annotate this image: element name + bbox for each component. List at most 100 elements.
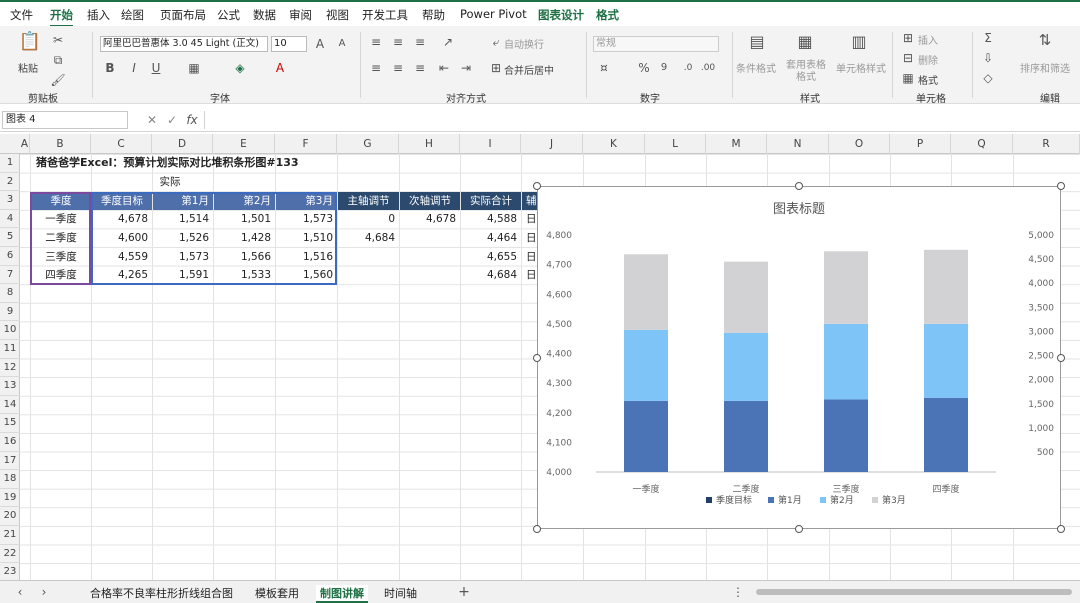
row-header-16[interactable]: 16 [0, 433, 20, 452]
row-header-20[interactable]: 20 [0, 507, 20, 526]
sort-filter-label[interactable]: 排序和筛选 [1020, 60, 1070, 75]
format-cells-icon[interactable]: ▦ [900, 70, 916, 86]
row-header-6[interactable]: 6 [0, 247, 20, 266]
menu-item-11[interactable]: Power Pivot [460, 7, 527, 21]
cell-actual-total[interactable]: 4,464 [461, 229, 521, 247]
table-format-label[interactable]: 套用表格格式 [782, 60, 830, 84]
add-sheet-icon[interactable]: + [456, 584, 472, 600]
insert-cells-icon[interactable]: ⊞ [900, 30, 916, 46]
decrease-decimal-icon[interactable]: .00 [700, 60, 716, 76]
cell-sub-adjust[interactable] [400, 248, 460, 266]
cell-sub-adjust[interactable] [400, 229, 460, 247]
row-header-12[interactable]: 12 [0, 359, 20, 378]
row-header-9[interactable]: 9 [0, 303, 20, 322]
chart[interactable]: 图表标题 4,000 4,100 4,200 4,300 4,400 4,500 4,600 4… [537, 186, 1061, 529]
cell-actual-total[interactable]: 4,655 [461, 248, 521, 266]
column-header-N[interactable]: N [767, 134, 829, 154]
sort-filter-icon[interactable]: ⇅ [1034, 32, 1056, 54]
menu-item-4[interactable]: 页面布局 [160, 7, 206, 23]
row-header-13[interactable]: 13 [0, 377, 20, 396]
menu-item-7[interactable]: 审阅 [289, 7, 312, 23]
font-color-icon[interactable]: A [272, 60, 288, 76]
delete-label[interactable]: 删除 [918, 52, 938, 67]
row-header-8[interactable]: 8 [0, 284, 20, 303]
row-header-18[interactable]: 18 [0, 470, 20, 489]
row-header-19[interactable]: 19 [0, 489, 20, 508]
more-icon[interactable]: ⋮ [730, 584, 746, 600]
indent-decrease-icon[interactable]: ⇤ [436, 60, 452, 76]
italic-icon[interactable]: I [126, 60, 142, 76]
bold-icon[interactable]: B [102, 60, 118, 76]
menu-item-13[interactable]: 格式 [596, 7, 619, 23]
align-bottom-icon[interactable]: ≡ [412, 34, 428, 50]
resize-handle[interactable] [1057, 525, 1065, 533]
cell-style-icon[interactable]: ▥ [848, 34, 870, 56]
insert-label[interactable]: 插入 [918, 32, 938, 47]
cell-main-adjust[interactable]: 0 [338, 210, 399, 228]
tab-template[interactable]: 模板套用 [255, 585, 299, 601]
menu-item-12[interactable]: 图表设计 [538, 7, 584, 23]
header-main-adjust[interactable]: 主轴调节 [338, 191, 399, 210]
menu-item-2[interactable]: 插入 [87, 7, 110, 23]
fill-color-icon[interactable]: ◈ [232, 60, 248, 76]
row-header-22[interactable]: 22 [0, 545, 20, 564]
cell-actual-total[interactable]: 4,588 [461, 210, 521, 228]
row-header-21[interactable]: 21 [0, 526, 20, 545]
table-format-icon[interactable]: ▦ [794, 34, 816, 56]
column-header-C[interactable]: C [91, 134, 152, 154]
column-header-P[interactable]: P [890, 134, 951, 154]
align-right-icon[interactable]: ≡ [412, 60, 428, 76]
resize-handle[interactable] [533, 525, 541, 533]
column-header-M[interactable]: M [706, 134, 767, 154]
increase-font-icon[interactable]: A [312, 36, 328, 52]
align-middle-icon[interactable]: ≡ [390, 34, 406, 50]
header-actual-total[interactable]: 实际合计 [461, 191, 521, 210]
merge-icon[interactable]: ⊞ [488, 60, 504, 76]
currency-icon[interactable]: ¤ [596, 60, 612, 76]
column-header-K[interactable]: K [583, 134, 645, 154]
resize-handle[interactable] [795, 525, 803, 533]
row-header-2[interactable]: 2 [0, 173, 20, 192]
resize-handle[interactable] [533, 182, 541, 190]
increase-decimal-icon[interactable]: .0 [680, 60, 696, 76]
cancel-icon[interactable]: ✕ [144, 112, 160, 128]
column-header-B[interactable]: B [30, 134, 91, 154]
column-header-Q[interactable]: Q [951, 134, 1013, 154]
format-painter-icon[interactable]: 🖌 [50, 72, 66, 88]
comma-icon[interactable]: 9 [656, 60, 672, 76]
row-header-4[interactable]: 4 [0, 210, 20, 229]
row-header-17[interactable]: 17 [0, 452, 20, 471]
column-header-R[interactable]: R [1013, 134, 1080, 154]
font-name-select[interactable]: 阿里巴巴普惠体 3.0 45 Light (正文) [100, 36, 268, 52]
column-header-J[interactable]: J [521, 134, 583, 154]
row-header-7[interactable]: 7 [0, 266, 20, 285]
format-label[interactable]: 格式 [918, 72, 938, 87]
resize-handle[interactable] [1057, 353, 1065, 362]
cell-sub-adjust[interactable] [400, 266, 460, 284]
cell-main-adjust[interactable] [338, 266, 399, 284]
underline-icon[interactable]: U [148, 60, 164, 76]
actual-label[interactable]: 实际 [90, 173, 250, 191]
autosum-icon[interactable]: Σ [980, 30, 996, 46]
align-center-icon[interactable]: ≡ [390, 60, 406, 76]
percent-icon[interactable]: % [636, 60, 652, 76]
copy-icon[interactable]: ⧉ [50, 52, 66, 68]
next-sheet-icon[interactable]: › [36, 584, 52, 600]
conditional-format-label[interactable]: 条件格式 [736, 60, 776, 75]
font-size-select[interactable]: 10 [271, 36, 307, 52]
column-header-A[interactable]: A [20, 134, 30, 154]
tab-chart-explain[interactable]: 制图讲解 [316, 585, 368, 603]
column-header-D[interactable]: D [152, 134, 213, 154]
decrease-font-icon[interactable]: A [334, 36, 350, 52]
fill-icon[interactable]: ⇩ [980, 50, 996, 66]
row-header-1[interactable]: 1 [0, 154, 20, 173]
menu-item-1[interactable]: 开始 [50, 7, 73, 27]
indent-increase-icon[interactable]: ⇥ [458, 60, 474, 76]
delete-cells-icon[interactable]: ⊟ [900, 50, 916, 66]
wrap-text-icon[interactable]: ⤶ [488, 34, 504, 50]
cell-actual-total[interactable]: 4,684 [461, 266, 521, 284]
menu-item-6[interactable]: 数据 [253, 7, 276, 23]
stacked-column-chart[interactable]: 图表标题 4,000 4,100 4,200 4,300 4,400 4,500 4,600 4… [538, 187, 1060, 528]
menu-item-0[interactable]: 文件 [10, 7, 33, 23]
row-header-15[interactable]: 15 [0, 414, 20, 433]
